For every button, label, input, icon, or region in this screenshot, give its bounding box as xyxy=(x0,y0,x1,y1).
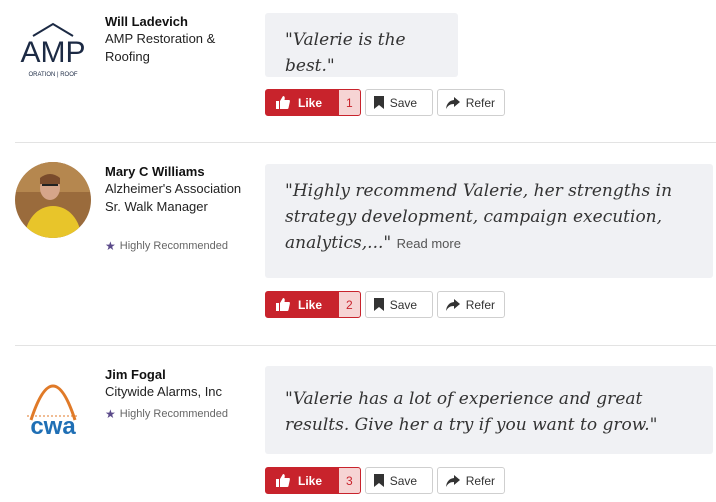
company-logo-amp: AMP ORATION | ROOF xyxy=(15,22,91,98)
review-quote: "Valerie has a lot of experience and gre… xyxy=(265,366,713,454)
like-label: Like xyxy=(298,95,323,110)
quote-text: "Valerie is the best." xyxy=(285,30,406,76)
svg-text:cwa: cwa xyxy=(30,413,76,440)
star-icon: ★ xyxy=(105,407,116,421)
like-button[interactable]: Like 3 xyxy=(265,467,361,494)
review-actions: Like 2 Save Refer xyxy=(265,291,505,318)
save-button[interactable]: Save xyxy=(364,89,433,116)
thumbs-up-icon xyxy=(276,96,290,109)
reviewer-company: AMP Restoration & Roofing xyxy=(105,31,216,64)
svg-text:AMP: AMP xyxy=(20,36,85,69)
reviewer-name[interactable]: Will Ladevich xyxy=(105,14,188,29)
thumbs-up-icon xyxy=(276,298,290,311)
svg-text:ORATION | ROOF: ORATION | ROOF xyxy=(28,72,77,78)
refer-button[interactable]: Refer xyxy=(436,291,505,318)
reviewer-name[interactable]: Jim Fogal xyxy=(105,367,166,382)
save-label: Save xyxy=(389,297,418,312)
read-more-link[interactable]: Read more xyxy=(397,236,461,251)
divider xyxy=(15,345,716,346)
highly-recommended-badge: ★ Highly Recommended xyxy=(105,407,228,421)
review-quote: "Valerie is the best." xyxy=(265,13,458,77)
save-button[interactable]: Save xyxy=(364,291,433,318)
bookmark-icon xyxy=(373,298,384,311)
refer-label: Refer xyxy=(465,473,496,488)
quote-text: "Highly recommend Valerie, her strengths… xyxy=(285,181,673,253)
share-arrow-icon xyxy=(445,298,460,311)
reviewer-company: Citywide Alarms, Inc xyxy=(105,384,223,399)
save-label: Save xyxy=(389,95,418,110)
bookmark-icon xyxy=(373,96,384,109)
save-button[interactable]: Save xyxy=(364,467,433,494)
refer-button[interactable]: Refer xyxy=(436,89,505,116)
highly-recommended-badge: ★ Highly Recommended xyxy=(105,239,228,253)
refer-label: Refer xyxy=(465,95,496,110)
save-label: Save xyxy=(389,473,418,488)
share-arrow-icon xyxy=(445,96,460,109)
company-logo-cwa: cwa xyxy=(15,372,91,448)
reviewer-name[interactable]: Mary C Williams xyxy=(105,164,205,179)
quote-text: "Valerie has a lot of experience and gre… xyxy=(285,389,658,435)
divider xyxy=(15,142,716,143)
like-button[interactable]: Like 1 xyxy=(265,89,361,116)
thumbs-up-icon xyxy=(276,474,290,487)
badge-label: Highly Recommended xyxy=(119,408,228,420)
review-quote: "Highly recommend Valerie, her strengths… xyxy=(265,164,713,278)
bookmark-icon xyxy=(373,474,384,487)
like-count: 1 xyxy=(338,90,360,115)
like-count: 2 xyxy=(338,292,360,317)
like-count: 3 xyxy=(338,468,360,493)
badge-label: Highly Recommended xyxy=(119,240,228,252)
like-button[interactable]: Like 2 xyxy=(265,291,361,318)
star-icon: ★ xyxy=(105,239,116,253)
review-actions: Like 1 Save Refer xyxy=(265,89,505,116)
like-label: Like xyxy=(298,473,323,488)
reviewer-company: Alzheimer's Association Sr. Walk Manager xyxy=(105,181,242,214)
review-actions: Like 3 Save Refer xyxy=(265,467,505,494)
refer-label: Refer xyxy=(465,297,496,312)
like-label: Like xyxy=(298,297,323,312)
avatar xyxy=(15,162,91,238)
share-arrow-icon xyxy=(445,474,460,487)
refer-button[interactable]: Refer xyxy=(436,467,505,494)
